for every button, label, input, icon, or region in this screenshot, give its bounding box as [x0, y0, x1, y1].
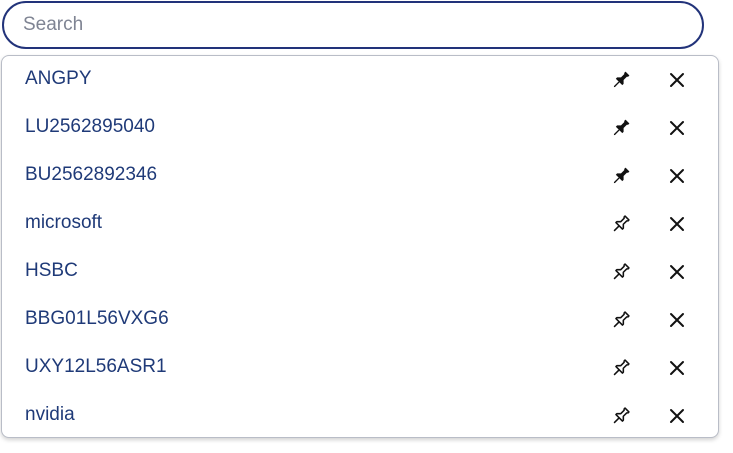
result-label[interactable]: microsoft	[25, 212, 102, 234]
pin-outline-icon[interactable]	[610, 213, 632, 235]
close-icon[interactable]	[666, 309, 688, 331]
result-row[interactable]: BBG01L56VXG6	[2, 296, 718, 344]
pin-outline-icon[interactable]	[610, 261, 632, 283]
search-results-dropdown: ANGPY LU2562895040 BU2562892346 microsof…	[1, 55, 719, 438]
search-field[interactable]	[2, 1, 704, 49]
result-label[interactable]: HSBC	[25, 260, 78, 282]
pin-filled-icon[interactable]	[610, 69, 632, 91]
close-icon[interactable]	[666, 213, 688, 235]
result-label[interactable]: LU2562895040	[25, 116, 155, 138]
pin-filled-icon[interactable]	[610, 117, 632, 139]
result-row[interactable]: nvidia	[2, 392, 718, 440]
result-row[interactable]: LU2562895040	[2, 104, 718, 152]
close-icon[interactable]	[666, 117, 688, 139]
result-row[interactable]: BU2562892346	[2, 152, 718, 200]
result-row[interactable]: ANGPY	[2, 56, 718, 104]
close-icon[interactable]	[666, 261, 688, 283]
close-icon[interactable]	[666, 357, 688, 379]
search-widget: ANGPY LU2562895040 BU2562892346 microsof…	[0, 0, 733, 453]
result-label[interactable]: BBG01L56VXG6	[25, 308, 169, 330]
result-row[interactable]: microsoft	[2, 200, 718, 248]
result-label[interactable]: nvidia	[25, 404, 75, 426]
close-icon[interactable]	[666, 405, 688, 427]
pin-filled-icon[interactable]	[610, 165, 632, 187]
search-input[interactable]	[23, 14, 702, 36]
result-label[interactable]: UXY12L56ASR1	[25, 356, 167, 378]
result-label[interactable]: BU2562892346	[25, 164, 157, 186]
result-row[interactable]: UXY12L56ASR1	[2, 344, 718, 392]
result-label[interactable]: ANGPY	[25, 68, 92, 90]
close-icon[interactable]	[666, 69, 688, 91]
result-row[interactable]: HSBC	[2, 248, 718, 296]
close-icon[interactable]	[666, 165, 688, 187]
pin-outline-icon[interactable]	[610, 405, 632, 427]
pin-outline-icon[interactable]	[610, 309, 632, 331]
pin-outline-icon[interactable]	[610, 357, 632, 379]
